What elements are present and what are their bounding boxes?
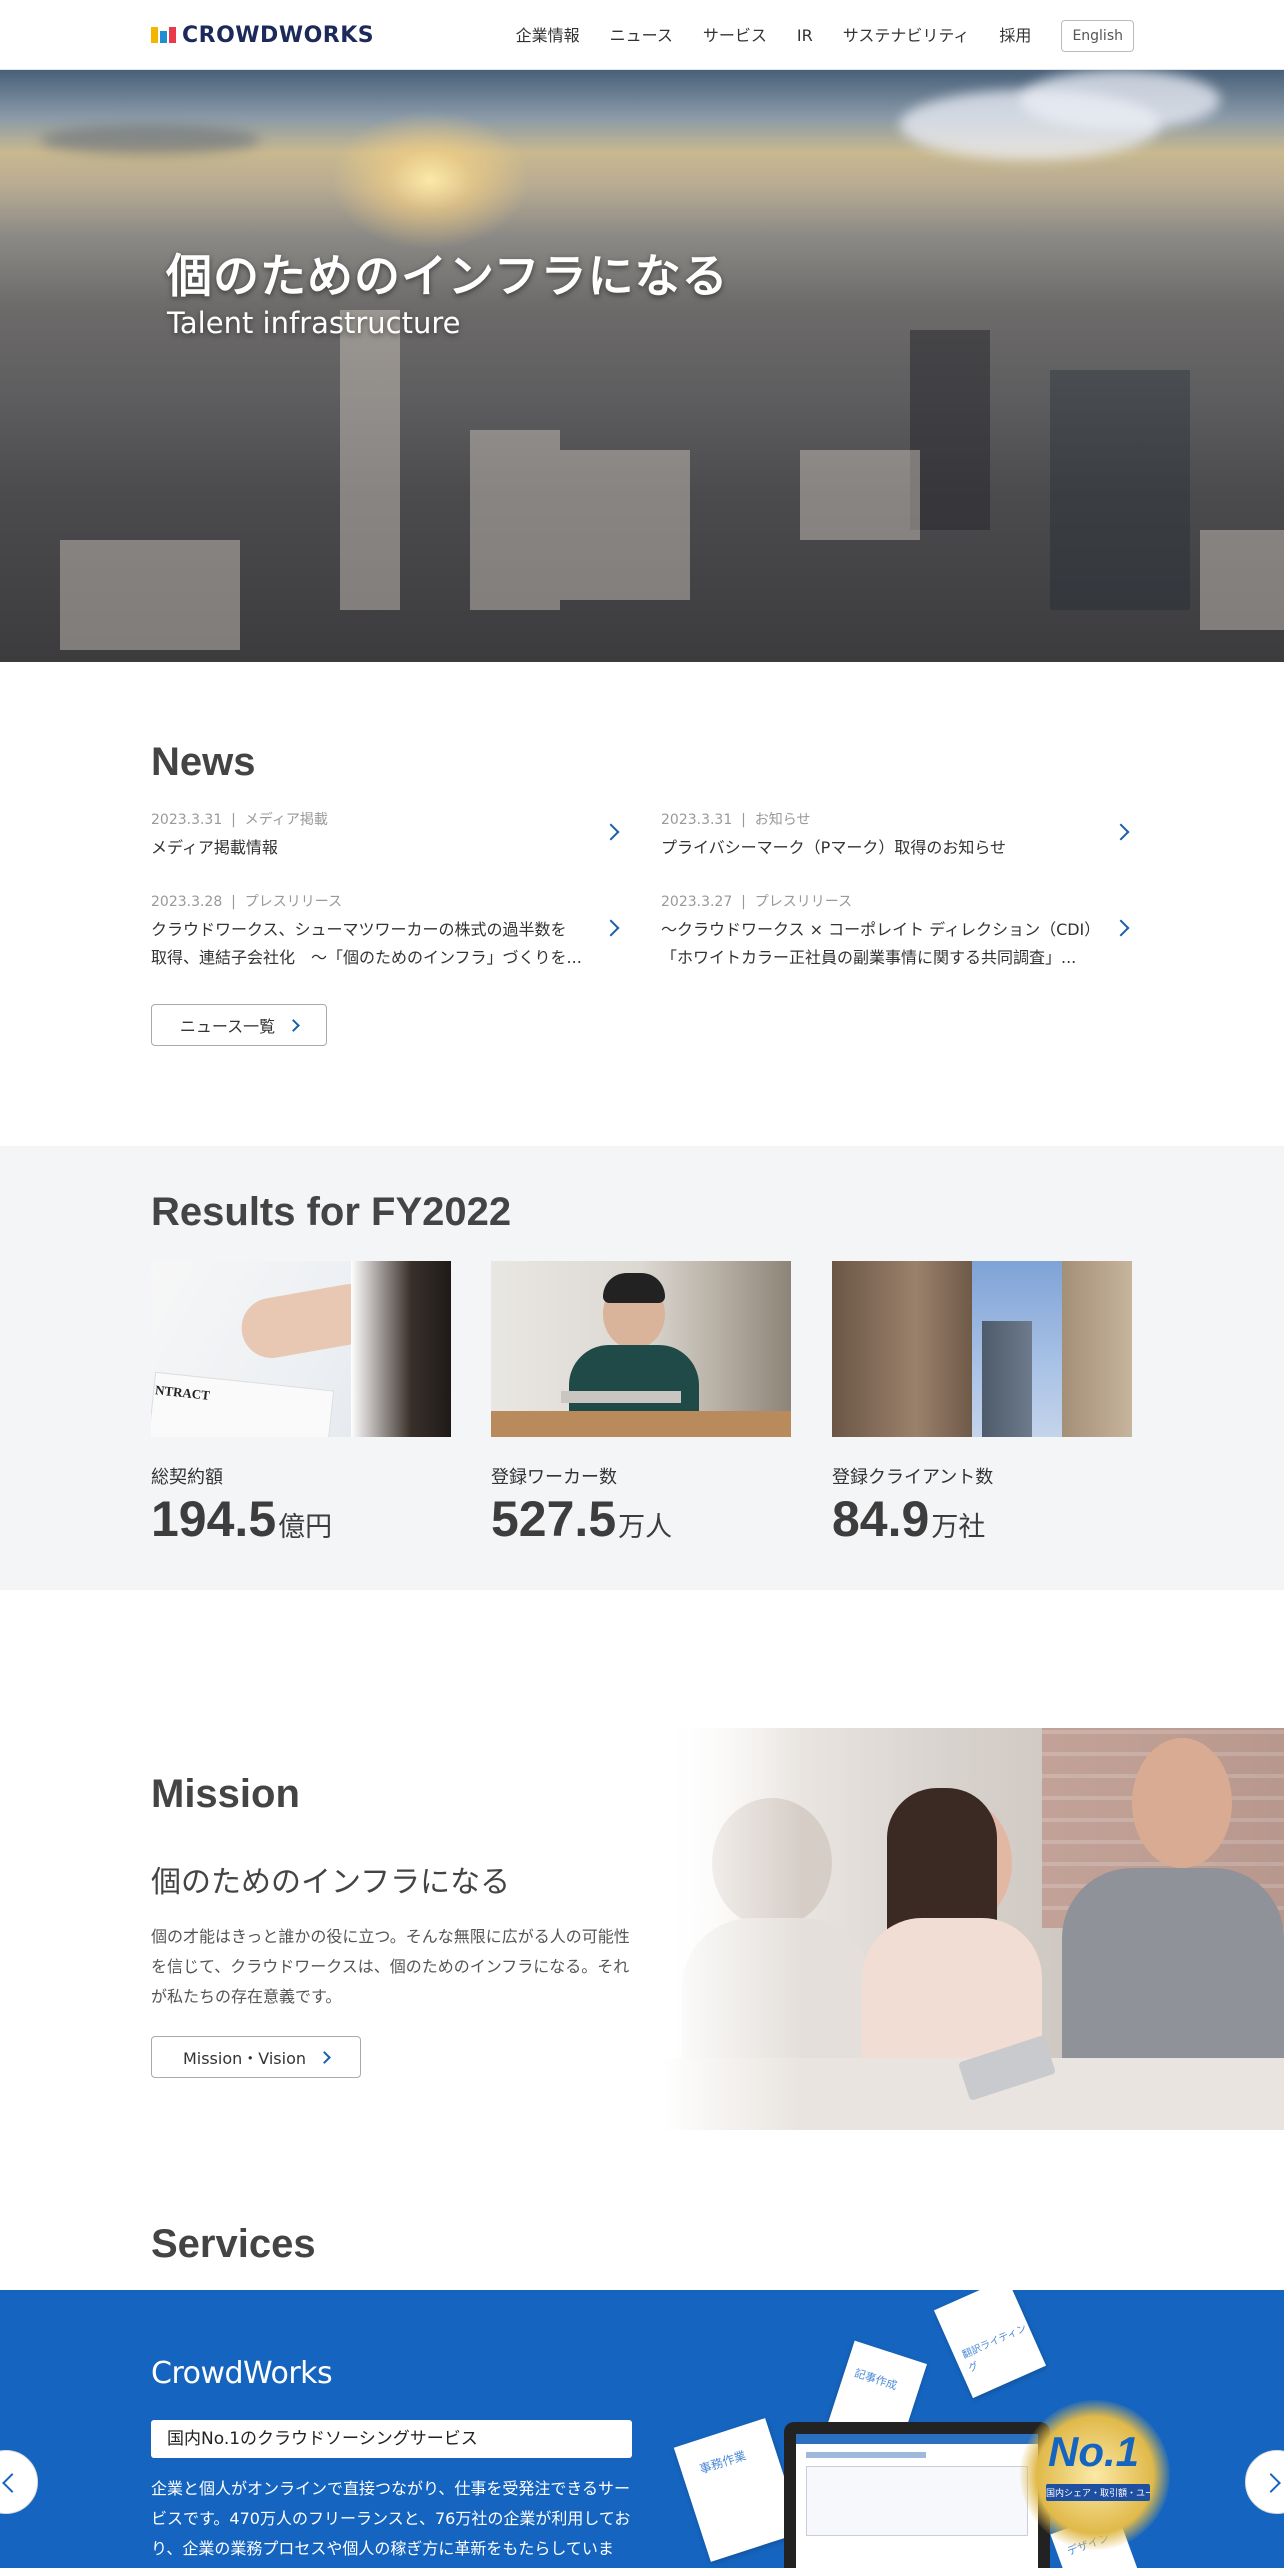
mission-team-image [662,1728,1284,2130]
chevron-left-icon [2,2473,22,2493]
nav-news[interactable]: ニュース [610,21,673,51]
hero-banner [0,70,1284,662]
news-heading: News [151,740,256,784]
task-card-label: 翻訳ライティング [960,2322,1029,2375]
mission-subtitle: 個のためのインフラになる [151,1865,511,1900]
no1-badge-caption: 国内シェア・取引額・ユーザー数 [1046,2484,1150,2501]
news-meta: 2023.3.31 | メディア掲載 [151,812,328,828]
result-value: 84.9万社 [832,1491,986,1547]
crowdworks-service-logo: CrowdWorks [151,2356,333,2391]
news-headline: プライバシーマーク（Pマーク）取得のお知らせ [661,838,1007,857]
news-headline: クラウドワークス、シューマツワーカーの株式の過半数を 取得、連結子会社化 ～「個の… [151,920,582,967]
hero-building [910,330,990,530]
results-section: Results for FY2022 NTRACT 総契約額 194.5億円 登… [0,1146,1284,1590]
no1-laurel-icon: No.1 国内シェア・取引額・ユーザー数 [1020,2400,1170,2550]
news-list-button-label: ニュース一覧 [179,1017,276,1036]
laptop-image [784,2422,1050,2568]
news-meta: 2023.3.31 | お知らせ [661,812,811,828]
nav-ir[interactable]: IR [797,21,813,51]
hero-building [340,310,400,610]
logo-mark-icon [151,27,176,43]
result-value: 527.5万人 [491,1491,673,1547]
result-card-clients: 登録クライアント数 84.9万社 [832,1261,1132,1554]
result-label: 登録ワーカー数 [491,1467,617,1488]
news-meta: 2023.3.27 | プレスリリース [661,894,853,910]
handshake-image: NTRACT [151,1261,451,1437]
result-label: 登録クライアント数 [832,1467,994,1488]
chevron-right-icon [287,1018,300,1032]
result-card-contract: NTRACT 総契約額 194.5億円 [151,1261,451,1554]
hero-subtitle: Talent infrastructure [167,306,461,340]
mission-vision-button[interactable]: Mission・Vision [151,2036,361,2078]
hero-sun [330,110,530,250]
news-item[interactable]: 2023.3.31 | お知らせ プライバシーマーク（Pマーク）取得のお知らせ [661,810,1131,862]
news-list-button[interactable]: ニュース一覧 [151,1004,327,1046]
office-building-image [832,1261,1132,1437]
task-card-image: 翻訳ライティング [933,2290,1047,2399]
news-item[interactable]: 2023.3.28 | プレスリリース クラウドワークス、シューマツワーカーの株… [151,892,621,972]
nav-sustainability[interactable]: サステナビリティ [843,21,970,51]
english-button[interactable]: English [1061,20,1134,52]
hero-building [60,540,240,650]
worker-laptop-image [491,1261,791,1437]
hero-cloud [1020,70,1220,130]
nav-recruit[interactable]: 採用 [999,21,1031,51]
news-item[interactable]: 2023.3.27 | プレスリリース ～クラウドワークス × コーポレイト デ… [661,892,1131,972]
hero-building [1050,370,1190,610]
mission-body: 個の才能はきっと誰かの役に立つ。そんな無限に広がる人の可能性を信じて、クラウドワ… [151,1927,630,2006]
services-carousel: CrowdWorks 国内No.1のクラウドソーシングサービス 企業と個人がオン… [0,2290,1284,2568]
task-card-image: 事務作業 [673,2418,803,2562]
hero-cloud [40,125,260,155]
service-tagline: 国内No.1のクラウドソーシングサービス [151,2420,632,2458]
service-description: 企業と個人がオンラインで直接つながり、仕事を受発注できるサービスです。470万人… [151,2479,631,2558]
services-heading: Services [151,2222,316,2266]
news-meta: 2023.3.28 | プレスリリース [151,894,343,910]
nav-services[interactable]: サービス [703,21,767,51]
chevron-right-icon [1261,2473,1281,2493]
news-list: 2023.3.31 | メディア掲載 メディア掲載情報 2023.3.31 | … [151,810,1133,980]
result-value: 194.5億円 [151,1491,333,1547]
hero-building [470,430,560,610]
hero-title: 個のためのインフラになる [166,249,729,303]
hero-building [1200,530,1284,630]
nav-company[interactable]: 企業情報 [516,21,580,51]
chevron-right-icon [318,2050,331,2064]
main-nav: 企業情報 ニュース サービス IR サステナビリティ 採用 English [486,20,1134,52]
result-card-workers: 登録ワーカー数 527.5万人 [491,1261,791,1554]
task-card-label: 事務作業 [697,2448,748,2477]
news-headline: ～クラウドワークス × コーポレイト ディレクション（CDI） 「ホワイトカラー正… [661,920,1101,967]
news-item[interactable]: 2023.3.31 | メディア掲載 メディア掲載情報 [151,810,621,862]
news-headline: メディア掲載情報 [151,838,278,857]
result-label: 総契約額 [151,1467,223,1488]
hero-building [800,450,920,540]
hero-building [560,450,690,600]
results-heading: Results for FY2022 [151,1190,512,1234]
mission-heading: Mission [151,1772,300,1816]
logo-wordmark: CROWDWORKS [182,22,375,48]
mission-vision-button-label: Mission・Vision [182,2049,307,2068]
no1-badge-label: No.1 [1048,2428,1140,2475]
task-card-label: 記事作成 [852,2366,899,2393]
crowdworks-logo[interactable]: CROWDWORKS [151,22,374,48]
site-header: CROWDWORKS 企業情報 ニュース サービス IR サステナビリティ 採用… [0,0,1284,70]
